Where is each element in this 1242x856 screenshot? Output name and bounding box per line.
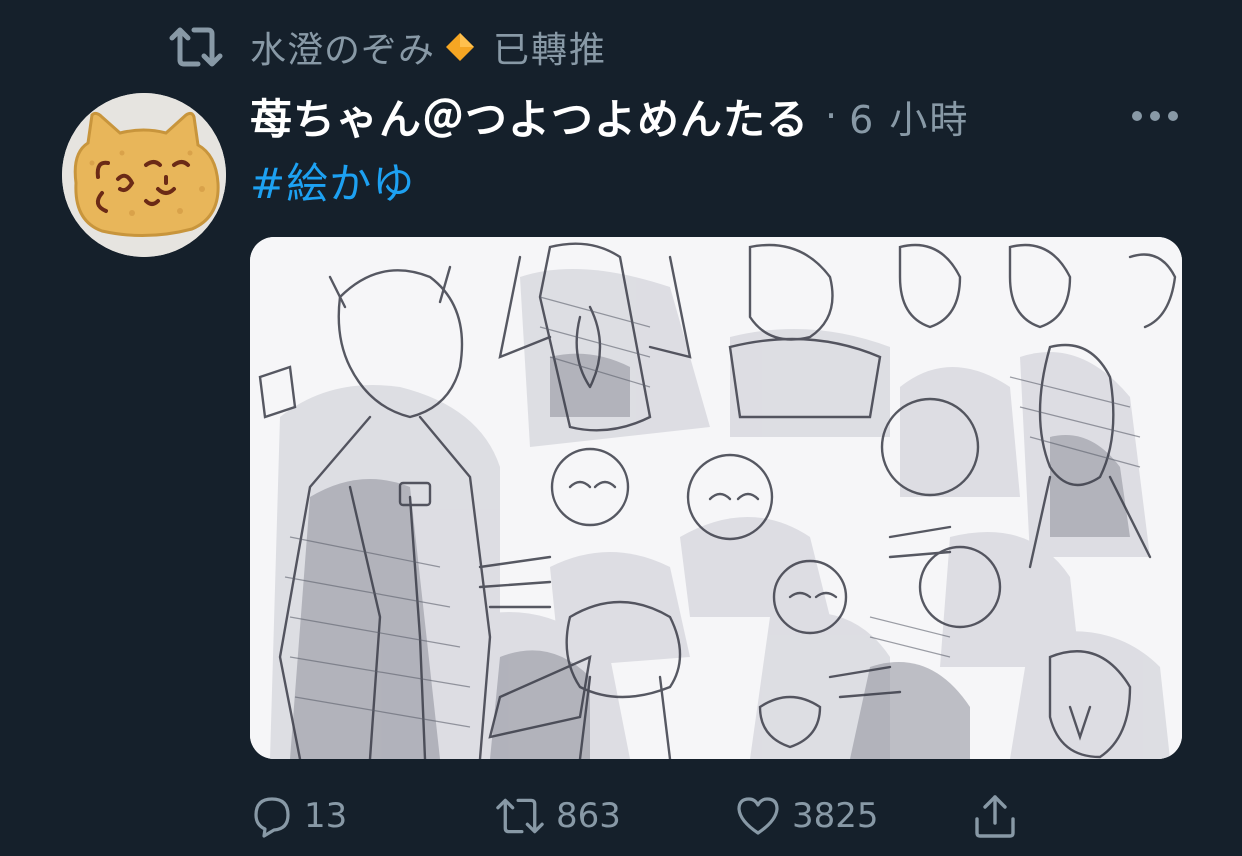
reply-count: 13	[304, 796, 348, 836]
tweet-hashtag[interactable]: #絵かゆ	[250, 150, 415, 211]
retweeter-name[interactable]: 水澄のぞみ	[250, 21, 435, 73]
like-button[interactable]: 3825	[734, 788, 879, 844]
tweet-media[interactable]	[250, 237, 1182, 759]
share-icon	[975, 795, 1015, 838]
retweet-context[interactable]: 水澄のぞみ 已轉推	[168, 22, 607, 72]
reply-icon	[254, 797, 290, 838]
reply-button[interactable]: 13	[248, 788, 347, 844]
retweet-icon	[169, 27, 223, 67]
more-dots-icon[interactable]	[1128, 96, 1182, 136]
avatar[interactable]	[62, 93, 226, 257]
retweet-button[interactable]: 863	[494, 788, 621, 844]
avatar-image	[62, 93, 226, 257]
tweet-actions: 13 863 3825	[248, 788, 1048, 844]
author-display-name[interactable]: 苺ちゃん＠つよつよめんたる	[250, 86, 809, 147]
retweet-icon	[496, 798, 544, 834]
retweet-count: 863	[556, 796, 621, 836]
retweet-label: 已轉推	[493, 30, 608, 71]
tweet-header: 苺ちゃん＠つよつよめんたる · 6 小時	[250, 86, 969, 146]
tweet-timestamp[interactable]: 6 小時	[849, 89, 969, 144]
orange-diamond-icon	[446, 33, 475, 61]
sketch-collage-image	[250, 237, 1182, 759]
share-button[interactable]	[970, 788, 1030, 844]
heart-icon	[737, 797, 779, 835]
like-count: 3825	[792, 796, 879, 836]
separator-dot: ·	[825, 94, 838, 138]
